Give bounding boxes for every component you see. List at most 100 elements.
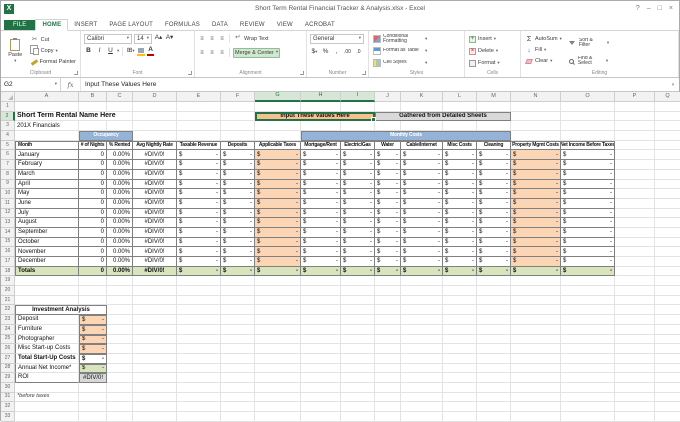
- cell-I16[interactable]: $ -: [341, 247, 375, 257]
- cell-B30[interactable]: [79, 382, 107, 393]
- cell-K1[interactable]: [401, 102, 443, 112]
- cell-E5[interactable]: Taxable Revenue: [177, 140, 221, 151]
- cell-P1[interactable]: [615, 102, 655, 112]
- cell-F7[interactable]: $ -: [221, 160, 255, 170]
- fill-button[interactable]: ↓ Fill ▾: [524, 45, 563, 55]
- cell-F6[interactable]: $ -: [221, 150, 255, 161]
- cell-F24[interactable]: [221, 324, 255, 335]
- cell-J30[interactable]: [375, 382, 401, 393]
- row-header-12[interactable]: 12: [1, 208, 15, 219]
- column-header-H[interactable]: H: [301, 92, 341, 102]
- cell-F10[interactable]: $ -: [221, 189, 255, 199]
- cell-M26[interactable]: [477, 344, 511, 354]
- cell-E30[interactable]: [177, 382, 221, 393]
- cell-L19[interactable]: [443, 276, 477, 287]
- find-select-button[interactable]: Find & Select ▾: [566, 54, 610, 68]
- cell-Q4[interactable]: [655, 131, 680, 141]
- cell-G12[interactable]: $ -: [255, 208, 301, 219]
- column-header-Q[interactable]: Q: [655, 92, 680, 102]
- cell-D1[interactable]: [133, 102, 177, 112]
- cell-Q28[interactable]: [655, 364, 680, 374]
- cell-O25[interactable]: [561, 334, 615, 345]
- cell-I18[interactable]: $ -: [341, 266, 375, 277]
- cell-C5[interactable]: % Rented: [107, 140, 133, 151]
- cell-O6[interactable]: $ -: [561, 150, 615, 161]
- cell-C11[interactable]: 0.00%: [107, 198, 133, 209]
- cell-O19[interactable]: [561, 276, 615, 287]
- cell-M23[interactable]: [477, 315, 511, 325]
- cell-C33[interactable]: [107, 412, 133, 422]
- cell-F15[interactable]: $ -: [221, 237, 255, 248]
- cell-K26[interactable]: [401, 344, 443, 354]
- cell-J9[interactable]: $ -: [375, 179, 401, 190]
- cell-E12[interactable]: $ -: [177, 208, 221, 219]
- cell-D17[interactable]: #DIV/0!: [133, 257, 177, 267]
- cell-H17[interactable]: $ -: [301, 257, 341, 267]
- cell-A17[interactable]: December: [15, 257, 79, 267]
- cell-C12[interactable]: 0.00%: [107, 208, 133, 219]
- column-header-G[interactable]: G: [255, 92, 301, 102]
- cell-D11[interactable]: #DIV/0!: [133, 198, 177, 209]
- close-button[interactable]: ×: [669, 5, 673, 12]
- cell-H31[interactable]: [301, 392, 341, 403]
- cell-H19[interactable]: [301, 276, 341, 287]
- cell-H32[interactable]: [301, 402, 341, 412]
- clear-button[interactable]: Clear ▾: [524, 56, 563, 66]
- cell-C10[interactable]: 0.00%: [107, 189, 133, 199]
- cell-N9[interactable]: $ -: [511, 179, 561, 190]
- cell-E28[interactable]: [177, 363, 221, 374]
- cell-A23[interactable]: Deposit: [15, 315, 79, 325]
- cell-J26[interactable]: [375, 344, 401, 354]
- cell-H27[interactable]: [301, 353, 341, 364]
- column-header-O[interactable]: O: [561, 92, 615, 102]
- cell-J22[interactable]: [375, 305, 401, 316]
- cell-I3[interactable]: [341, 121, 375, 132]
- cell-P21[interactable]: [615, 295, 655, 306]
- cell-G33[interactable]: [255, 412, 301, 422]
- cell-M31[interactable]: [477, 392, 511, 403]
- cell-I12[interactable]: $ -: [341, 208, 375, 219]
- row-header-32[interactable]: 32: [1, 402, 15, 412]
- cell-I14[interactable]: $ -: [341, 227, 375, 238]
- cell-H24[interactable]: [301, 324, 341, 335]
- cell-D13[interactable]: #DIV/0!: [133, 218, 177, 228]
- cell-P18[interactable]: [615, 266, 655, 277]
- row-header-26[interactable]: 26: [1, 344, 15, 354]
- cell-D25[interactable]: [133, 334, 177, 345]
- cell-P30[interactable]: [615, 382, 655, 393]
- cell-G30[interactable]: [255, 382, 301, 393]
- cell-J33[interactable]: [375, 412, 401, 422]
- cell-G18[interactable]: $ -: [255, 266, 301, 277]
- cell-D19[interactable]: [133, 276, 177, 287]
- cell-D16[interactable]: #DIV/0!: [133, 247, 177, 257]
- cell-E7[interactable]: $ -: [177, 160, 221, 170]
- cell-F29[interactable]: [221, 373, 255, 383]
- cell-E14[interactable]: $ -: [177, 227, 221, 238]
- cell-K25[interactable]: [401, 334, 443, 345]
- cell-N21[interactable]: [511, 295, 561, 306]
- cell-C6[interactable]: 0.00%: [107, 150, 133, 161]
- cell-A24[interactable]: Furniture: [15, 324, 79, 335]
- cell-G20[interactable]: [255, 286, 301, 296]
- ribbon-tab-acrobat[interactable]: ACROBAT: [299, 20, 341, 30]
- row-header-29[interactable]: 29: [1, 373, 15, 383]
- cell-A15[interactable]: October: [15, 237, 79, 248]
- cell-H25[interactable]: [301, 334, 341, 345]
- cell-K18[interactable]: $ -: [401, 266, 443, 277]
- cell-F4[interactable]: [221, 131, 255, 141]
- cell-L11[interactable]: $ -: [443, 198, 477, 209]
- cell-C26[interactable]: [107, 344, 133, 354]
- cell-K9[interactable]: $ -: [401, 179, 443, 190]
- cell-M1[interactable]: [477, 102, 511, 112]
- cell-B17[interactable]: 0: [79, 257, 107, 267]
- cell-F26[interactable]: [221, 344, 255, 354]
- row-header-14[interactable]: 14: [1, 227, 15, 238]
- cell-G17[interactable]: $ -: [255, 257, 301, 267]
- cell-D31[interactable]: [133, 392, 177, 403]
- cell-A33[interactable]: [15, 412, 79, 422]
- cell-Q10[interactable]: [655, 189, 680, 199]
- cell-O13[interactable]: $ -: [561, 218, 615, 228]
- cell-B15[interactable]: 0: [79, 237, 107, 248]
- cell-O9[interactable]: $ -: [561, 179, 615, 190]
- cell-M28[interactable]: [477, 363, 511, 374]
